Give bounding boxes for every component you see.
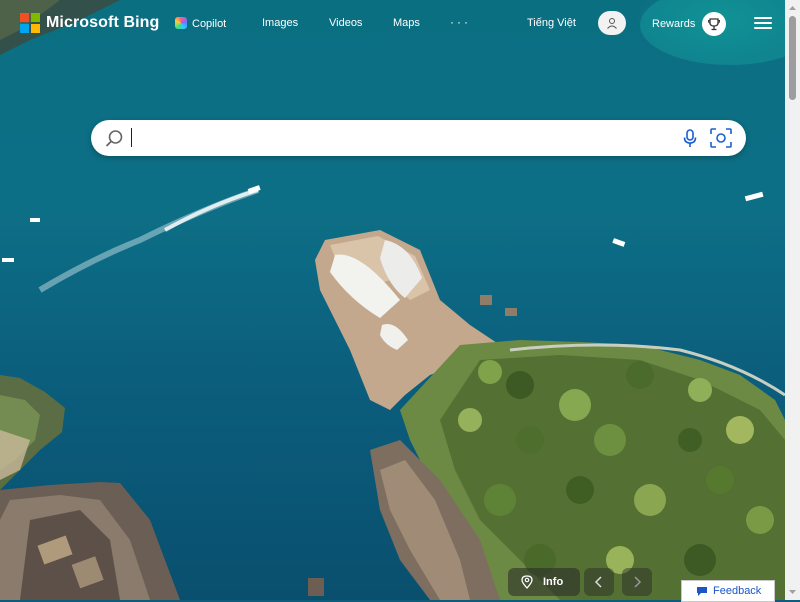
logo-square-green <box>31 13 40 22</box>
hamburger-line <box>754 22 772 24</box>
menu-button[interactable] <box>754 17 772 29</box>
feedback-label: Feedback <box>713 585 762 597</box>
logo-square-blue <box>20 24 29 33</box>
info-label: Info <box>543 576 564 588</box>
nav-copilot[interactable]: Copilot <box>175 17 226 30</box>
language-link[interactable]: Tiếng Việt <box>527 17 576 29</box>
nav-videos[interactable]: Videos <box>329 17 362 29</box>
logo-square-red <box>20 13 29 22</box>
trophy-icon <box>707 18 721 31</box>
search-input[interactable] <box>129 126 673 152</box>
nav-more[interactable]: ··· <box>450 15 471 29</box>
harbour-scene <box>0 0 785 600</box>
microsoft-logo-icon <box>20 13 40 33</box>
scroll-down-icon[interactable] <box>785 586 800 598</box>
chevron-left-icon <box>594 576 602 588</box>
nav-maps[interactable]: Maps <box>393 17 420 29</box>
rewards-label[interactable]: Rewards <box>652 18 695 30</box>
text-cursor <box>131 128 132 147</box>
bing-logo[interactable]: Microsoft Bing <box>20 13 159 33</box>
previous-image-button[interactable] <box>584 568 614 596</box>
logo-square-yellow <box>31 24 40 33</box>
hamburger-line <box>754 17 772 19</box>
location-pin-icon <box>521 575 533 589</box>
search-icon <box>105 130 123 147</box>
microphone-icon[interactable] <box>683 129 697 148</box>
chevron-right-icon <box>634 576 642 588</box>
hamburger-line <box>754 27 772 29</box>
account-button[interactable] <box>598 11 626 35</box>
copilot-icon <box>175 17 187 29</box>
nav-images[interactable]: Images <box>262 17 298 29</box>
user-icon <box>607 18 617 29</box>
background-image <box>0 0 785 600</box>
next-image-button[interactable] <box>622 568 652 596</box>
search-box[interactable] <box>91 120 746 156</box>
feedback-button[interactable]: Feedback <box>681 580 775 602</box>
brand-name: Microsoft Bing <box>46 14 160 31</box>
scrollbar-thumb[interactable] <box>789 16 796 100</box>
visual-search-icon[interactable] <box>710 128 732 148</box>
info-button[interactable]: Info <box>508 568 580 596</box>
top-bar: Microsoft Bing Copilot Images Videos Map… <box>0 0 785 48</box>
feedback-icon <box>697 586 707 596</box>
nav-copilot-label: Copilot <box>192 18 227 30</box>
scroll-up-icon[interactable] <box>785 2 800 14</box>
rewards-button[interactable] <box>702 12 726 36</box>
